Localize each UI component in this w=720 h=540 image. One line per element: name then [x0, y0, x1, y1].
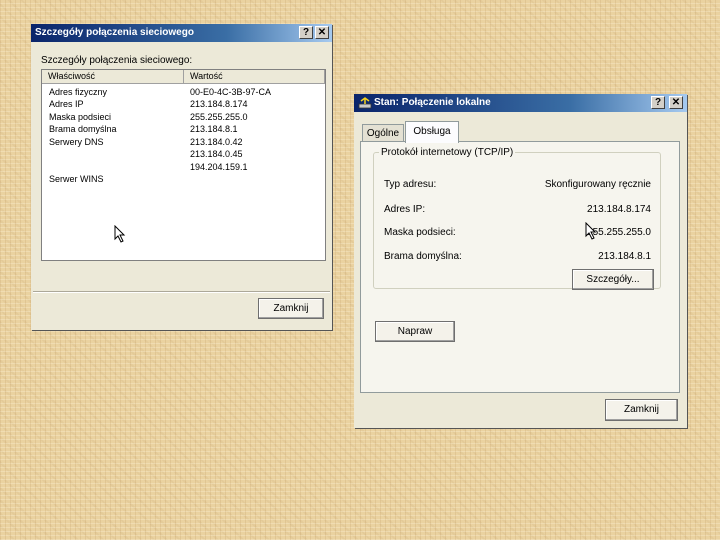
network-connection-icon — [358, 97, 372, 109]
value-cell: 00-E0-4C-3B-97-CA — [190, 87, 272, 97]
mouse-pointer-icon — [585, 222, 597, 240]
value-cell: 213.184.0.45 — [190, 149, 243, 159]
dialog-separator — [33, 291, 330, 293]
details-listview[interactable]: Właściwość Wartość Adres fizyczny Adres … — [41, 69, 326, 261]
mouse-pointer-icon — [114, 225, 126, 243]
value-cell: 194.204.159.1 — [190, 162, 248, 172]
help-button[interactable]: ? — [299, 26, 313, 39]
value-cell: 213.184.8.1 — [190, 124, 238, 134]
subnet-mask-label: Maska podsieci: — [384, 227, 456, 238]
tab-general[interactable]: Ogólne — [362, 124, 404, 142]
close-x-button[interactable]: ✕ — [669, 96, 683, 109]
default-gateway-value: 213.184.8.1 — [598, 251, 651, 262]
ip-address-label: Adres IP: — [384, 204, 426, 215]
value-cell: 213.184.0.42 — [190, 137, 243, 147]
tab-support[interactable]: Obsługa — [405, 121, 459, 143]
address-type-label: Typ adresu: — [384, 179, 437, 190]
connection-status-title: Stan: Połączenie lokalne — [374, 97, 491, 108]
property-cell: Serwer WINS — [49, 174, 104, 184]
property-cell: Maska podsieci — [49, 112, 112, 122]
default-gateway-label: Brama domyślna: — [384, 251, 462, 262]
close-button[interactable]: Zamknij — [258, 298, 324, 319]
details-section-label: Szczegóły połączenia sieciowego: — [41, 55, 193, 66]
close-x-button[interactable]: ✕ — [315, 26, 329, 39]
column-header-property[interactable]: Właściwość — [42, 70, 184, 84]
tcpip-group-title: Protokół internetowy (TCP/IP) — [381, 147, 514, 158]
close-button[interactable]: Zamknij — [605, 399, 678, 421]
value-cell: 213.184.8.174 — [190, 99, 248, 109]
network-details-dialog: Szczegóły połączenia sieciowego ? ✕ Szcz… — [31, 24, 332, 330]
tab-panel: Protokół internetowy (TCP/IP) Typ adresu… — [360, 141, 680, 393]
property-cell: Adres IP — [49, 99, 84, 109]
column-header-value[interactable]: Wartość — [184, 70, 325, 84]
help-button[interactable]: ? — [651, 96, 665, 109]
property-cell: Serwery DNS — [49, 137, 104, 147]
connection-status-titlebar[interactable]: Stan: Połączenie lokalne ? ✕ — [354, 94, 687, 112]
network-details-title: Szczegóły połączenia sieciowego — [35, 27, 194, 38]
details-button[interactable]: Szczegóły... — [572, 269, 654, 290]
address-type-value: Skonfigurowany ręcznie — [544, 179, 651, 190]
property-cell: Adres fizyczny — [49, 87, 108, 97]
value-cell: 255.255.255.0 — [190, 112, 248, 122]
property-cell: Brama domyślna — [49, 124, 117, 134]
ip-address-value: 213.184.8.174 — [587, 204, 651, 215]
tcpip-group: Protokół internetowy (TCP/IP) — [373, 147, 661, 289]
repair-button[interactable]: Napraw — [375, 321, 455, 342]
network-details-titlebar[interactable]: Szczegóły połączenia sieciowego ? ✕ — [31, 24, 332, 42]
connection-status-dialog: Stan: Połączenie lokalne ? ✕ Ogólne Obsł… — [354, 94, 687, 428]
